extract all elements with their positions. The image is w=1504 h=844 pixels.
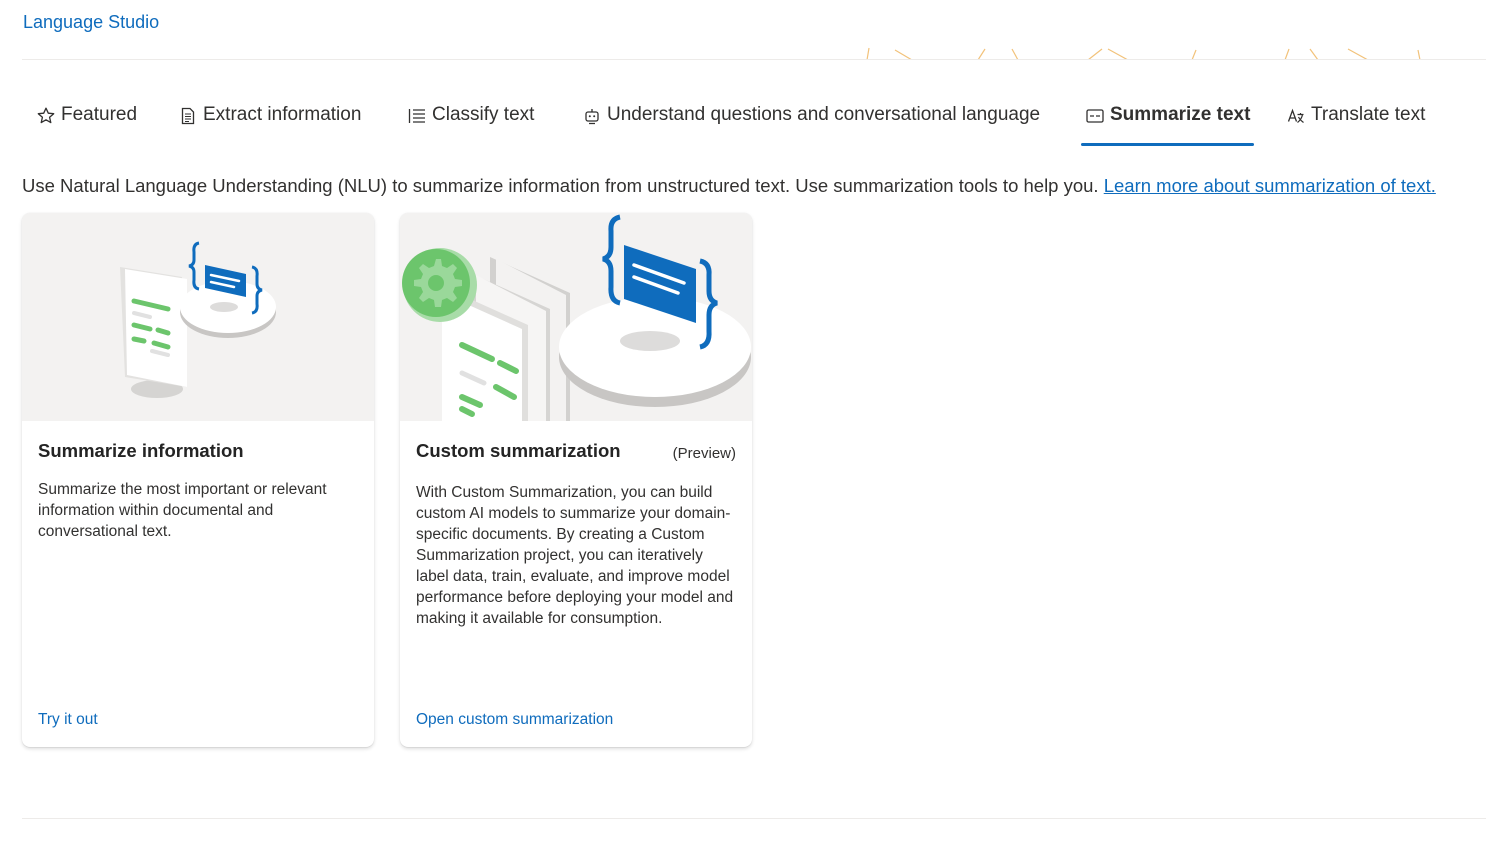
header-decoration	[866, 47, 1421, 60]
card-title: Summarize information	[38, 440, 244, 461]
tab-label: Translate text	[1311, 104, 1426, 125]
top-header: Language Studio	[0, 0, 1504, 60]
bot-icon	[585, 109, 599, 125]
brand-link[interactable]: Language Studio	[23, 12, 159, 33]
card-title: Custom summarization	[416, 440, 621, 461]
tab-understand-questions[interactable]: Understand questions and conversational …	[582, 96, 1040, 146]
preview-badge: (Preview)	[672, 445, 736, 462]
header-divider	[22, 59, 1486, 60]
list-icon	[408, 109, 425, 123]
tab-classify-text[interactable]: Classify text	[407, 96, 534, 146]
tab-summarize-text[interactable]: Summarize text	[1081, 96, 1255, 146]
tab-label: Understand questions and conversational …	[607, 104, 1041, 125]
open-custom-summarization-link[interactable]: Open custom summarization	[416, 711, 613, 729]
footer-divider	[22, 818, 1486, 819]
custom-summarization-card: Custom summarization (Preview) With Cust…	[400, 213, 752, 747]
tab-label: Classify text	[432, 104, 535, 125]
card-image	[22, 213, 374, 421]
card-description: With Custom Summarization, you can build…	[416, 484, 734, 627]
description-text: Use Natural Language Understanding (NLU)…	[22, 175, 1104, 196]
learn-more-link[interactable]: Learn more about summarization of text.	[1104, 175, 1436, 196]
page-description: Use Natural Language Understanding (NLU)…	[22, 175, 1436, 197]
translate-icon	[1287, 108, 1304, 123]
summarize-illustration-icon	[120, 241, 276, 398]
summary-icon	[1086, 109, 1104, 123]
card-description: Summarize the most important or relevant…	[38, 481, 327, 540]
tab-translate-text[interactable]: Translate text	[1286, 96, 1425, 146]
try-it-out-link[interactable]: Try it out	[38, 711, 98, 729]
active-tab-indicator	[1081, 143, 1255, 146]
custom-summarization-illustration-icon	[402, 214, 751, 421]
card-image	[400, 213, 752, 421]
tab-featured[interactable]: Featured	[36, 96, 137, 146]
tab-extract-information[interactable]: Extract information	[178, 96, 361, 146]
star-icon	[37, 107, 55, 124]
tab-label: Extract information	[203, 104, 362, 125]
document-icon	[181, 107, 195, 125]
summarize-information-card: Summarize information Summarize the most…	[22, 213, 374, 747]
tab-label: Featured	[61, 104, 138, 125]
tab-label: Summarize text	[1110, 104, 1251, 125]
